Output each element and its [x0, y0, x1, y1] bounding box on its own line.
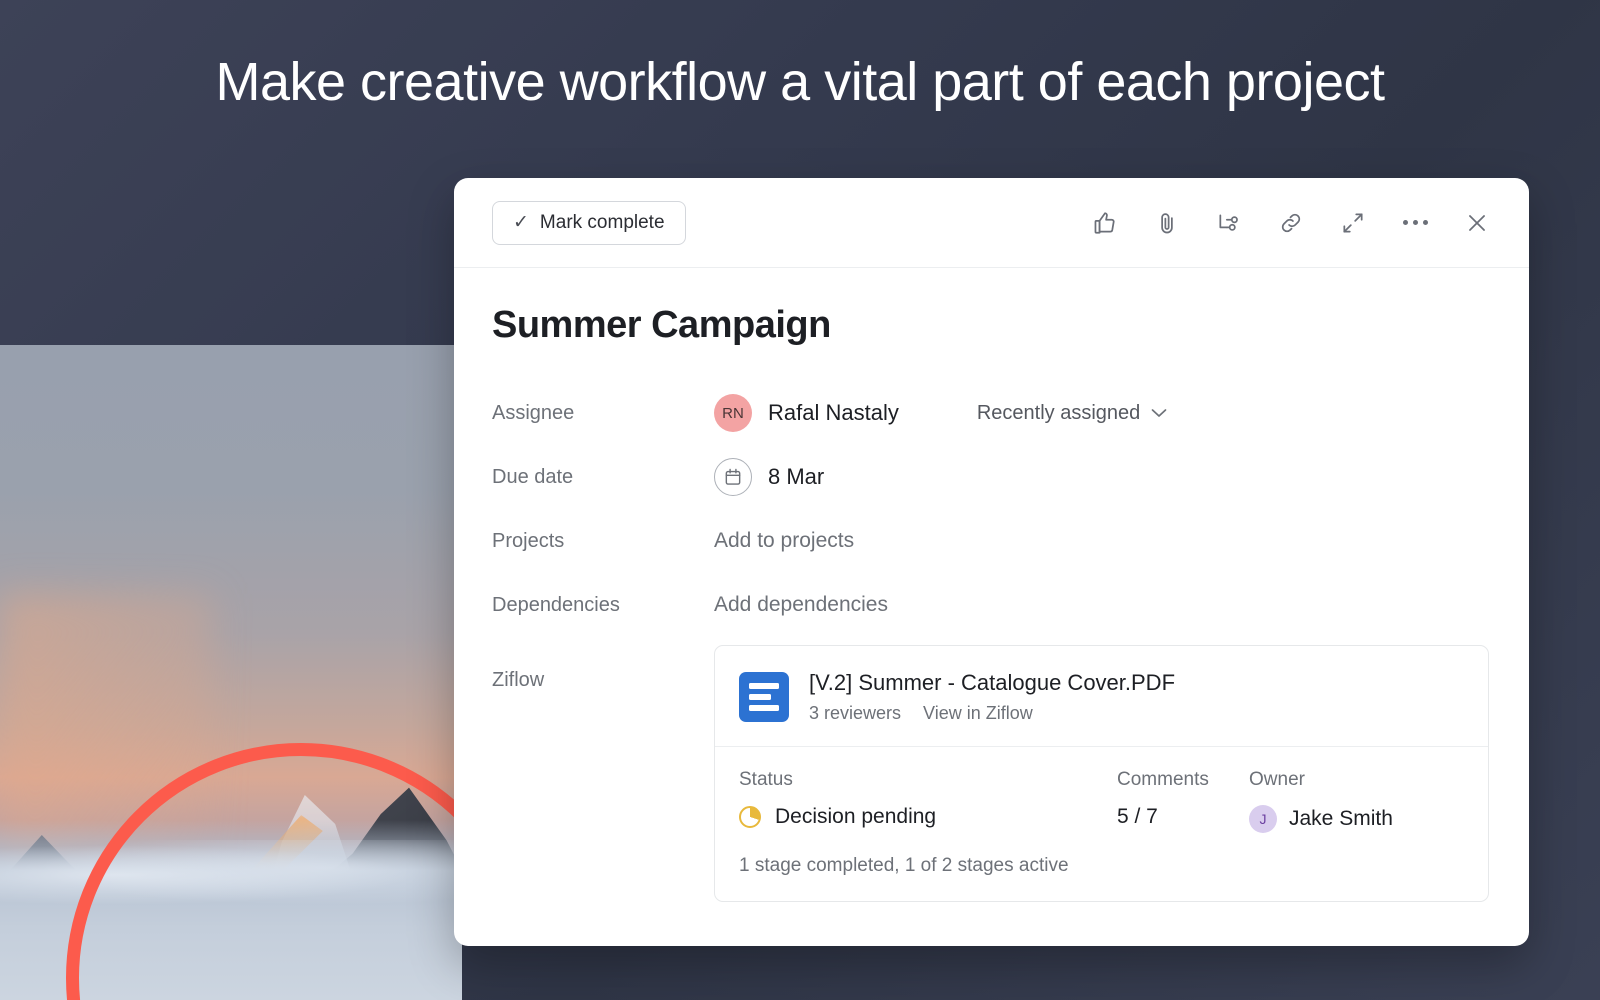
ziflow-filename: [V.2] Summer - Catalogue Cover.PDF — [809, 670, 1176, 695]
ziflow-stage-summary: 1 stage completed, 1 of 2 stages active — [739, 855, 1069, 876]
recently-assigned-label: Recently assigned — [976, 401, 1141, 424]
more-options-icon[interactable] — [1401, 209, 1429, 237]
comments-heading: Comments — [1117, 769, 1209, 790]
page-title: Make creative workflow a vital part of e… — [215, 52, 1385, 112]
projects-row: Projects Add to projects — [492, 509, 1491, 573]
owner-heading: Owner — [1249, 769, 1305, 790]
avatar: RN — [714, 394, 752, 432]
assignee-label: Assignee — [492, 401, 575, 424]
chevron-down-icon — [1151, 405, 1167, 422]
owner-value: J Jake Smith — [1249, 805, 1464, 833]
assignee-value[interactable]: RN Rafal Nastaly — [714, 394, 899, 432]
mark-complete-button[interactable]: ✓ Mark complete — [492, 200, 686, 245]
paperclip-icon[interactable] — [1153, 209, 1181, 237]
task-detail-panel: ✓ Mark complete Summer Campaign Assignee… — [454, 178, 1529, 946]
mountain-sunset-photo — [0, 345, 462, 1000]
task-title: Summer Campaign — [492, 304, 831, 346]
owner-name: Jake Smith — [1289, 807, 1393, 830]
add-dependencies-button[interactable]: Add dependencies — [714, 593, 888, 617]
thumbs-up-icon[interactable] — [1091, 209, 1119, 237]
status-value: Decision pending — [775, 805, 937, 828]
due-date-row: Due date 8 Mar — [492, 445, 1491, 509]
ziflow-file-header[interactable]: [V.2] Summer - Catalogue Cover.PDF 3 rev… — [715, 646, 1488, 747]
pdf-document-icon — [739, 672, 789, 722]
status-heading: Status — [739, 769, 793, 790]
projects-label: Projects — [492, 529, 565, 552]
status-badge: Decision pending — [739, 805, 1117, 829]
assignee-name: Rafal Nastaly — [768, 400, 899, 425]
expand-icon[interactable] — [1339, 209, 1367, 237]
close-icon[interactable] — [1463, 209, 1491, 237]
ziflow-file-subline: 3 reviewers View in Ziflow — [809, 703, 1175, 724]
assignee-row: Assignee RN Rafal Nastaly Recently assig… — [492, 381, 1491, 445]
view-in-ziflow-link[interactable]: View in Ziflow — [923, 703, 1033, 724]
subtask-icon[interactable] — [1215, 209, 1243, 237]
link-icon[interactable] — [1277, 209, 1305, 237]
due-date-text: 8 Mar — [768, 464, 825, 489]
toolbar-icon-group — [1091, 209, 1491, 237]
owner-column: Owner J Jake Smith — [1249, 769, 1464, 833]
check-icon: ✓ — [513, 212, 529, 233]
comments-value: 5 / 7 — [1117, 805, 1158, 828]
mark-complete-label: Mark complete — [539, 211, 665, 233]
recently-assigned-dropdown[interactable]: Recently assigned — [977, 402, 1167, 425]
owner-avatar: J — [1249, 805, 1277, 833]
due-date-value[interactable]: 8 Mar — [714, 458, 824, 496]
due-date-label: Due date — [492, 465, 574, 488]
ziflow-stats: Status Decision pending Comments 5 / 7 O… — [715, 747, 1488, 833]
dependencies-row: Dependencies Add dependencies — [492, 573, 1491, 637]
ziflow-label: Ziflow — [492, 669, 545, 691]
ziflow-file-meta: [V.2] Summer - Catalogue Cover.PDF 3 rev… — [809, 670, 1175, 724]
calendar-icon — [714, 458, 752, 496]
ziflow-reviewers-count: 3 reviewers — [809, 703, 902, 723]
ziflow-proof-card: [V.2] Summer - Catalogue Cover.PDF 3 rev… — [714, 645, 1489, 902]
pending-pie-icon — [739, 806, 761, 828]
add-to-projects-button[interactable]: Add to projects — [714, 529, 854, 553]
ziflow-row: Ziflow [V.2] Summer - Catalogue Cover.PD… — [492, 645, 1491, 902]
status-column: Status Decision pending — [739, 769, 1117, 833]
comments-column: Comments 5 / 7 — [1117, 769, 1249, 833]
task-body: Summer Campaign Assignee RN Rafal Nastal… — [454, 268, 1529, 902]
dependencies-label: Dependencies — [492, 593, 620, 616]
task-toolbar: ✓ Mark complete — [454, 178, 1529, 268]
